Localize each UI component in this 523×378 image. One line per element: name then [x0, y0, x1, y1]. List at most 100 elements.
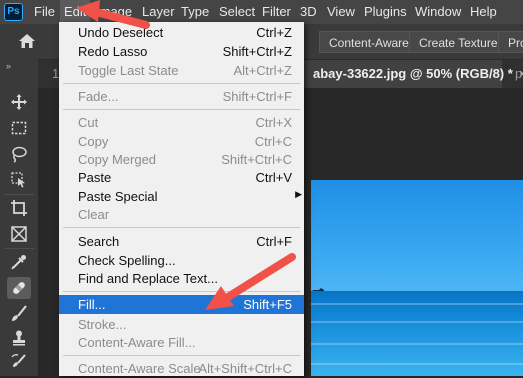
eyedropper-icon — [11, 255, 26, 270]
menu-item-label: Paste — [78, 170, 112, 185]
menu-item-shortcut: Ctrl+Z — [256, 25, 292, 40]
menu-item-shortcut: Shift+Ctrl+C — [221, 152, 292, 167]
edit-menu-dropdown: Undo Deselect Ctrl+Z Redo Lasso Shift+Ct… — [59, 22, 304, 376]
frame-icon — [11, 226, 27, 242]
menu-item-label: Cut — [78, 115, 99, 130]
home-icon[interactable] — [18, 33, 36, 49]
crop-tool[interactable] — [7, 197, 31, 219]
tools-panel: » — [0, 59, 39, 376]
menu-item-label: Stroke... — [78, 317, 127, 332]
menu-redo-lasso[interactable]: Redo Lasso Shift+Ctrl+Z — [59, 42, 304, 61]
menu-separator — [63, 227, 300, 228]
menu-item-label: Search — [78, 234, 120, 249]
crop-icon — [11, 200, 27, 216]
menu-item-label: Clear — [78, 207, 110, 222]
menu-filter[interactable]: Filter — [262, 0, 291, 24]
menu-view[interactable]: View — [327, 0, 355, 24]
menu-item-shortcut: Shift+Ctrl+Z — [222, 44, 292, 59]
menu-undo-deselect[interactable]: Undo Deselect Ctrl+Z — [59, 23, 304, 42]
menu-content-aware-scale[interactable]: Content-Aware Scale Alt+Shift+Ctrl+C — [59, 359, 304, 378]
menu-clear[interactable]: Clear — [59, 205, 304, 224]
wave-line — [311, 343, 523, 345]
menu-search[interactable]: Search Ctrl+F — [59, 232, 304, 251]
document-tab-title: abay-33622.jpg @ 50% (RGB/8) * — [313, 66, 513, 81]
menu-item-label: Copy Merged — [78, 152, 157, 167]
rectangular-marquee-icon — [11, 121, 27, 135]
menu-item-label: Content-Aware Fill... — [78, 335, 196, 350]
clone-stamp-tool[interactable] — [7, 327, 31, 349]
menu-item-shortcut: Ctrl+F — [256, 234, 292, 249]
menu-check-spelling[interactable]: Check Spelling... — [59, 251, 304, 270]
menu-select[interactable]: Select — [219, 0, 255, 24]
content-aware-button[interactable]: Content-Aware — [319, 31, 419, 53]
menu-item-label: Check Spelling... — [78, 253, 176, 268]
lasso-icon — [12, 146, 27, 163]
brush-icon — [12, 305, 27, 321]
menu-separator — [63, 83, 300, 84]
toolbar-divider — [4, 194, 34, 195]
menu-item-shortcut: Shift+Ctrl+F — [222, 89, 292, 104]
menu-item-label: Fill... — [78, 297, 106, 312]
menu-window[interactable]: Window — [415, 0, 461, 24]
wave-line — [311, 303, 523, 305]
toolbar-divider — [4, 248, 34, 249]
menu-item-shortcut: Alt+Ctrl+Z — [233, 63, 292, 78]
frame-tool[interactable] — [7, 223, 31, 245]
menu-item-label: Find and Replace Text... — [78, 271, 218, 286]
document-image[interactable] — [311, 180, 523, 376]
menu-fill[interactable]: Fill... Shift+F5 — [59, 295, 304, 314]
spot-healing-brush-tool[interactable] — [7, 277, 31, 299]
menu-separator — [63, 355, 300, 356]
menu-find-replace-text[interactable]: Find and Replace Text... — [59, 269, 304, 288]
menu-paste-special[interactable]: Paste Special ▶ — [59, 187, 304, 206]
menu-help[interactable]: Help — [470, 0, 497, 24]
menu-item-label: Paste Special — [78, 189, 158, 204]
photoshop-logo[interactable]: Ps — [4, 3, 23, 21]
menu-item-label: Fade... — [78, 89, 119, 104]
menu-fade[interactable]: Fade... Shift+Ctrl+F — [59, 87, 304, 106]
sea-area — [311, 291, 523, 376]
menu-stroke[interactable]: Stroke... — [59, 315, 304, 334]
healing-brush-icon — [13, 282, 25, 294]
wave-line — [311, 321, 523, 323]
move-icon — [11, 94, 27, 110]
menu-plugins[interactable]: Plugins — [364, 0, 407, 24]
menu-type[interactable]: Type — [181, 0, 209, 24]
menu-separator — [63, 109, 300, 110]
menu-item-shortcut: Ctrl+C — [254, 134, 292, 149]
eyedropper-tool[interactable] — [7, 251, 31, 273]
menu-edit[interactable]: Edit — [60, 0, 91, 24]
menu-copy[interactable]: Copy Ctrl+C — [59, 132, 304, 151]
menu-copy-merged[interactable]: Copy Merged Shift+Ctrl+C — [59, 150, 304, 169]
object-selection-tool[interactable] — [7, 169, 31, 191]
menu-content-aware-fill[interactable]: Content-Aware Fill... — [59, 333, 304, 352]
submenu-arrow-icon: ▶ — [295, 189, 302, 199]
collapse-toolbar-toggle[interactable]: » — [6, 61, 11, 71]
menu-item-label: Redo Lasso — [78, 44, 148, 59]
menu-item-shortcut: Shift+F5 — [243, 297, 292, 312]
menu-item-shortcut: Ctrl+V — [255, 170, 292, 185]
menu-item-shortcut: Ctrl+X — [255, 115, 292, 130]
object-selection-icon — [11, 172, 25, 188]
document-tab-active[interactable]: abay-33622.jpg @ 50% (RGB/8) * × — [304, 60, 523, 88]
create-texture-button[interactable]: Create Texture — [409, 31, 508, 53]
menu-image[interactable]: Image — [96, 0, 132, 24]
menu-3d[interactable]: 3D — [300, 0, 317, 24]
menu-item-label: Undo Deselect — [78, 25, 164, 40]
menu-paste[interactable]: Paste Ctrl+V — [59, 168, 304, 187]
history-brush-icon — [11, 354, 26, 367]
menu-item-label: Copy — [78, 134, 109, 149]
wave-line — [311, 363, 523, 365]
proximity-match-button[interactable]: Prox — [498, 31, 523, 53]
menu-file[interactable]: File — [34, 0, 55, 24]
lasso-tool[interactable] — [7, 143, 31, 165]
menu-item-shortcut: Alt+Shift+Ctrl+C — [198, 361, 292, 376]
menu-cut[interactable]: Cut Ctrl+X — [59, 113, 304, 132]
move-tool[interactable] — [7, 91, 31, 113]
menu-toggle-last-state[interactable]: Toggle Last State Alt+Ctrl+Z — [59, 61, 304, 80]
marquee-tool[interactable] — [7, 117, 31, 139]
document-tab-next[interactable]: p — [515, 60, 522, 88]
brush-tool[interactable] — [7, 303, 31, 325]
history-brush-tool[interactable] — [7, 351, 31, 373]
menu-layer[interactable]: Layer — [142, 0, 175, 24]
